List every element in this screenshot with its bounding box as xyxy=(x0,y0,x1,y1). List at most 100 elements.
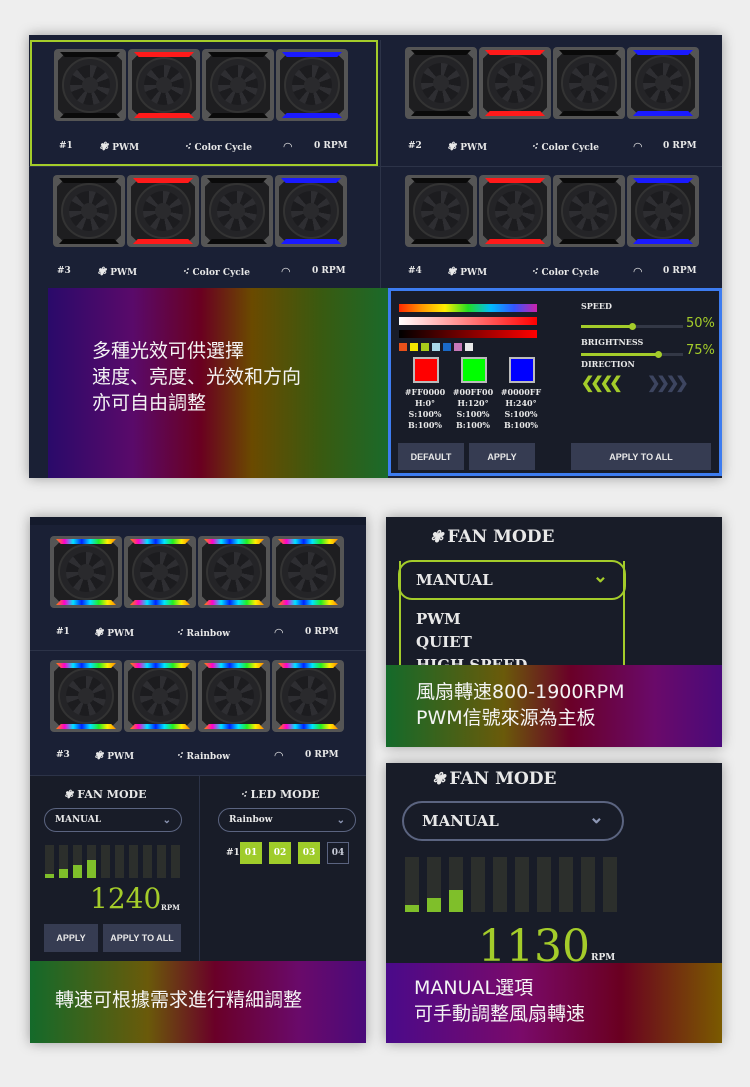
fan-unit[interactable] xyxy=(275,175,347,247)
fan-unit[interactable] xyxy=(627,175,699,247)
fan-speed-levels[interactable] xyxy=(405,857,617,912)
led-mode-dropdown[interactable]: Rainbow ⌄ xyxy=(218,808,356,832)
fan-speed-level[interactable] xyxy=(143,845,152,878)
hue-slider[interactable] xyxy=(399,304,537,312)
color-slot[interactable] xyxy=(509,357,535,383)
led-icon: ⁖ xyxy=(240,788,247,801)
led-mode: Color Cycle xyxy=(541,267,599,278)
preset-swatch[interactable] xyxy=(432,343,440,351)
fan-group-1[interactable]: #1 ✾ PWM ⁖ Color Cycle ◠ 0 RPM xyxy=(29,35,379,166)
preset-swatch[interactable] xyxy=(443,343,451,351)
led-strip xyxy=(60,113,120,118)
fan-speed-level[interactable] xyxy=(537,857,551,912)
led-strip xyxy=(485,239,545,244)
fan-unit[interactable] xyxy=(128,49,200,121)
fan-unit[interactable] xyxy=(127,175,199,247)
fan-icon: ✾ xyxy=(94,748,104,762)
fan-group-2[interactable]: #2 ✾ PWM ⁖ Color Cycle ◠ 0 RPM xyxy=(381,35,722,166)
direction-left-button[interactable]: ❮❮❮❮ xyxy=(581,373,623,392)
fan-mode-dropdown[interactable]: MANUAL ⌄ xyxy=(398,560,626,600)
fan-row xyxy=(54,49,348,121)
preset-swatch[interactable] xyxy=(410,343,418,351)
led-channel-toggle[interactable]: 02 xyxy=(269,842,291,864)
fan-unit[interactable] xyxy=(124,536,196,608)
fan-speed-level[interactable] xyxy=(171,845,180,878)
fan-speed-level[interactable] xyxy=(559,857,573,912)
direction-right-button[interactable]: ❯❯❯❯ xyxy=(647,373,689,392)
fan-unit[interactable] xyxy=(50,660,122,732)
fan-group-4[interactable]: #4 ✾ PWM ⁖ Color Cycle ◠ 0 RPM xyxy=(381,166,722,288)
fan-speed-levels[interactable] xyxy=(45,845,180,878)
fan-unit[interactable] xyxy=(272,536,344,608)
color-slot[interactable] xyxy=(413,357,439,383)
fan-speed-level[interactable] xyxy=(581,857,595,912)
caption-overlay: MANUAL選項 可手動調整風扇轉速 xyxy=(386,963,722,1043)
fan-speed-level[interactable] xyxy=(493,857,507,912)
fan-group-1[interactable]: #1 ✾ PWM ⁖ Rainbow ◠ 0 RPM xyxy=(30,525,366,650)
fan-group-3[interactable]: #3 ✾ PWM ⁖ Rainbow ◠ 0 RPM xyxy=(30,650,366,775)
led-channel-toggle[interactable]: 03 xyxy=(298,842,320,864)
saturation-slider[interactable] xyxy=(399,317,537,325)
fan-speed-level[interactable] xyxy=(449,857,463,912)
gauge-icon: ◠ xyxy=(633,139,643,153)
fan-speed-level[interactable] xyxy=(129,845,138,878)
fan-speed-level[interactable] xyxy=(157,845,166,878)
led-strip xyxy=(278,600,338,605)
preset-swatch[interactable] xyxy=(465,343,473,351)
fan-unit[interactable] xyxy=(53,175,125,247)
fan-speed-level[interactable] xyxy=(405,857,419,912)
fan-unit[interactable] xyxy=(553,175,625,247)
preset-swatch[interactable] xyxy=(399,343,407,351)
default-button[interactable]: DEFAULT xyxy=(398,443,464,470)
fan-mode: PWM xyxy=(112,142,140,153)
fan-mode-dropdown[interactable]: MANUAL ⌄ xyxy=(402,801,624,841)
apply-button[interactable]: APPLY xyxy=(44,924,98,952)
dropdown-option[interactable]: QUIET xyxy=(416,633,472,651)
fan-unit[interactable] xyxy=(198,660,270,732)
fan-unit[interactable] xyxy=(124,660,196,732)
fan-speed-level[interactable] xyxy=(515,857,529,912)
led-channel-toggle[interactable]: 01 xyxy=(240,842,262,864)
fan-speed-level[interactable] xyxy=(45,845,54,878)
fan-unit[interactable] xyxy=(50,536,122,608)
fan-speed-level[interactable] xyxy=(427,857,441,912)
fan-unit[interactable] xyxy=(202,49,274,121)
fan-speed-level[interactable] xyxy=(471,857,485,912)
fan-speed-level[interactable] xyxy=(603,857,617,912)
apply-to-all-button[interactable]: APPLY TO ALL xyxy=(103,924,181,952)
led-icon: ⁖ xyxy=(182,264,189,278)
group-id: #1 xyxy=(59,141,73,151)
fan-unit[interactable] xyxy=(553,47,625,119)
dropdown-option[interactable]: PWM xyxy=(416,610,461,628)
fan-speed-level[interactable] xyxy=(73,845,82,878)
fan-speed-level[interactable] xyxy=(59,845,68,878)
fan-unit[interactable] xyxy=(627,47,699,119)
fan-unit[interactable] xyxy=(276,49,348,121)
preset-swatch[interactable] xyxy=(421,343,429,351)
fan-unit[interactable] xyxy=(405,175,477,247)
apply-button[interactable]: APPLY xyxy=(469,443,535,470)
fan-unit[interactable] xyxy=(201,175,273,247)
preset-swatch[interactable] xyxy=(454,343,462,351)
brightness-color-slider[interactable] xyxy=(399,330,537,338)
fan-speed-level[interactable] xyxy=(87,845,96,878)
fan-unit[interactable] xyxy=(54,49,126,121)
rpm-value: 0 RPM xyxy=(663,141,697,151)
fan-unit[interactable] xyxy=(272,660,344,732)
apply-to-all-button[interactable]: APPLY TO ALL xyxy=(571,443,711,470)
led-strip xyxy=(281,239,341,244)
fan-unit[interactable] xyxy=(405,47,477,119)
fan-mode-dropdown[interactable]: MANUAL ⌄ xyxy=(44,808,182,832)
fan-group-3[interactable]: #3 ✾ PWM ⁖ Color Cycle ◠ 0 RPM xyxy=(29,166,379,288)
fan-mode: PWM xyxy=(110,267,138,278)
led-channel-toggle[interactable]: 04 xyxy=(327,842,349,864)
fan-unit[interactable] xyxy=(479,47,551,119)
led-strip xyxy=(204,539,264,544)
fan-unit[interactable] xyxy=(479,175,551,247)
fan-speed-level[interactable] xyxy=(115,845,124,878)
brightness-slider-knob[interactable] xyxy=(654,351,662,358)
fan-speed-level[interactable] xyxy=(101,845,110,878)
color-slot[interactable] xyxy=(461,357,487,383)
speed-slider-knob[interactable] xyxy=(629,323,636,330)
fan-unit[interactable] xyxy=(198,536,270,608)
